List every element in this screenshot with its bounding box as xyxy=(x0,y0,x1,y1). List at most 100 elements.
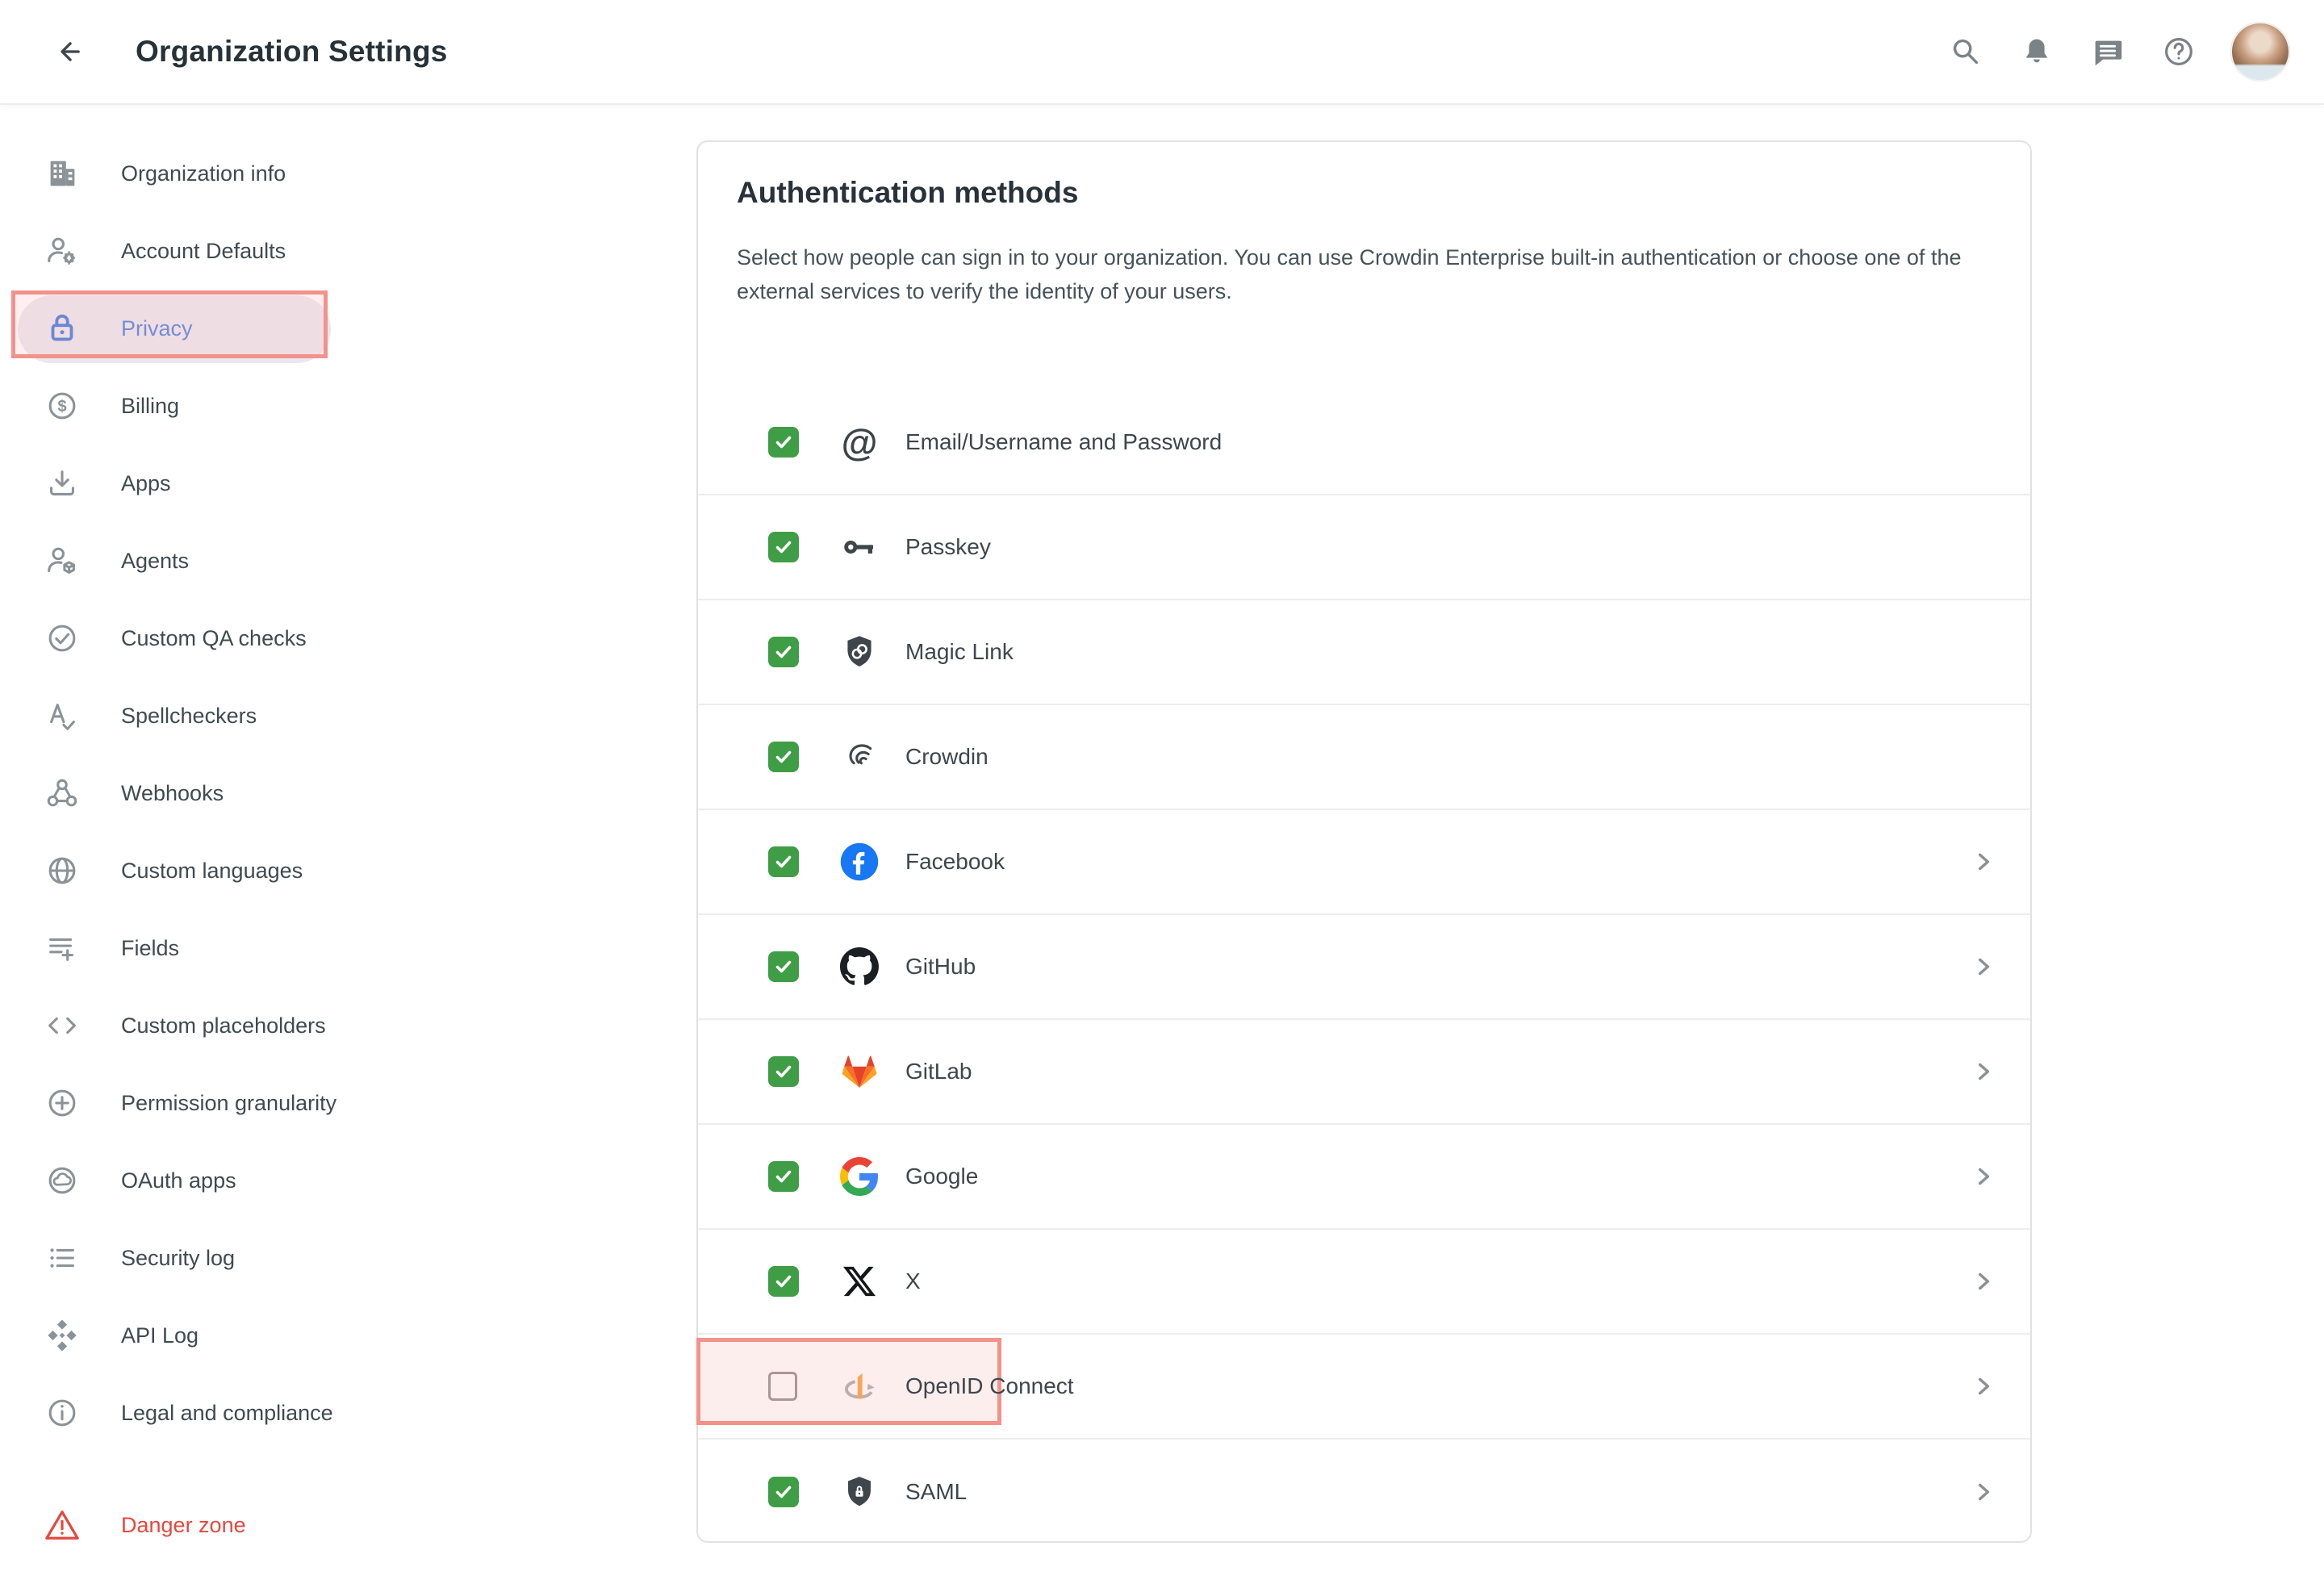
sidebar-item-label: API Log xyxy=(121,1323,199,1348)
sidebar-item-apps[interactable]: Apps xyxy=(0,445,412,522)
chevron-right-icon[interactable] xyxy=(1971,1373,1996,1399)
saml-icon xyxy=(837,1469,882,1515)
chevron-right-icon[interactable] xyxy=(1971,849,1996,875)
auth-methods-list: @ Email/Username and Password Passkey Magic… xyxy=(696,391,2030,1544)
shield-link-icon xyxy=(837,629,882,675)
sidebar-item-security-log[interactable]: Security log xyxy=(0,1219,412,1297)
auth-method-label: Passkey xyxy=(905,534,991,559)
sidebar-item-label: Legal and compliance xyxy=(121,1400,333,1425)
sidebar-item-label: Spellcheckers xyxy=(121,703,257,728)
checkbox-checked-4[interactable] xyxy=(768,846,799,877)
sidebar-item-label: Security log xyxy=(121,1245,236,1270)
auth-method-row-facebook[interactable]: Facebook xyxy=(698,810,2030,915)
user-cube-icon xyxy=(43,541,82,580)
auth-method-label: SAML xyxy=(905,1479,968,1504)
auth-method-row-magic-link[interactable]: Magic Link xyxy=(698,600,2030,705)
sidebar-item-custom-placeholders[interactable]: Custom placeholders xyxy=(0,987,412,1064)
help-icon[interactable] xyxy=(2159,32,2198,71)
sidebar-item-webhooks[interactable]: Webhooks xyxy=(0,754,412,832)
api-diamonds-icon xyxy=(43,1316,82,1355)
key-icon xyxy=(837,524,882,570)
check-circle-icon xyxy=(43,619,82,658)
auth-method-row-passkey[interactable]: Passkey xyxy=(698,495,2030,600)
download-icon xyxy=(43,464,82,503)
organization-settings-page: Organization Settings Organization info … xyxy=(0,0,2324,1588)
checkbox-checked-8[interactable] xyxy=(768,1266,799,1297)
sidebar-item-fields[interactable]: Fields xyxy=(0,909,412,987)
auth-method-row-gitlab[interactable]: GitLab xyxy=(698,1020,2030,1125)
sidebar-item-permission-granularity[interactable]: Permission granularity xyxy=(0,1064,412,1142)
checkbox-checked-0[interactable] xyxy=(768,427,799,458)
chevron-right-icon[interactable] xyxy=(1971,1479,1996,1505)
sidebar-item-label: Billing xyxy=(121,393,180,418)
checkbox-checked-5[interactable] xyxy=(768,951,799,982)
code-icon xyxy=(43,1006,82,1045)
checkbox-checked-7[interactable] xyxy=(768,1161,799,1192)
sidebar-item-custom-qa-checks[interactable]: Custom QA checks xyxy=(0,600,412,677)
checkbox-checked-2[interactable] xyxy=(768,637,799,667)
checkbox-checked-10[interactable] xyxy=(768,1477,799,1507)
cloud-circle-icon xyxy=(43,1161,82,1200)
globe-icon xyxy=(43,851,82,890)
chevron-right-icon[interactable] xyxy=(1971,1059,1996,1084)
at-icon: @ xyxy=(841,421,878,463)
spellcheck-icon xyxy=(43,696,82,735)
back-button[interactable] xyxy=(48,29,94,74)
crowdin-icon xyxy=(837,734,882,779)
notifications-icon[interactable] xyxy=(2017,32,2056,71)
auth-method-label: Email/Username and Password xyxy=(905,429,1223,454)
sidebar-item-legal-and-compliance[interactable]: Legal and compliance xyxy=(0,1374,412,1452)
info-circle-icon xyxy=(43,1394,82,1432)
auth-method-row-google[interactable]: Google xyxy=(698,1125,2030,1230)
messages-icon[interactable] xyxy=(2088,32,2127,71)
auth-method-label: X xyxy=(905,1268,921,1293)
sidebar-item-danger-zone[interactable]: Danger zone xyxy=(0,1486,412,1564)
arrow-left-icon xyxy=(61,42,80,61)
auth-method-row-crowdin[interactable]: Crowdin xyxy=(698,705,2030,810)
user-avatar[interactable] xyxy=(2230,22,2290,81)
authentication-methods-card: Authentication methods Select how people… xyxy=(696,140,2032,1543)
annotation-highlight-privacy xyxy=(11,290,328,358)
x-icon xyxy=(837,1259,882,1304)
sidebar-item-label: Custom QA checks xyxy=(121,625,307,650)
sidebar-item-spellcheckers[interactable]: Spellcheckers xyxy=(0,677,412,754)
top-app-bar: Organization Settings xyxy=(0,0,2324,105)
auth-method-label: GitHub xyxy=(905,954,976,979)
auth-method-row-x[interactable]: X xyxy=(698,1230,2030,1335)
auth-method-row-github[interactable]: GitHub xyxy=(698,915,2030,1020)
chevron-right-icon[interactable] xyxy=(1971,1164,1996,1189)
checkbox-checked-6[interactable] xyxy=(768,1056,799,1087)
auth-method-label: GitLab xyxy=(905,1059,972,1084)
sidebar-item-agents[interactable]: Agents xyxy=(0,522,412,600)
checkbox-checked-1[interactable] xyxy=(768,532,799,562)
plus-circle-icon xyxy=(43,1084,82,1122)
sidebar-item-organization-info[interactable]: Organization info xyxy=(0,135,412,212)
auth-method-row-openid-connect[interactable]: OpenID Connect xyxy=(696,1335,2030,1440)
search-icon[interactable] xyxy=(1946,32,1985,71)
sidebar-item-api-log[interactable]: API Log xyxy=(0,1297,412,1374)
sidebar-item-label: Custom languages xyxy=(121,858,303,883)
github-icon xyxy=(837,944,882,989)
card-title: Authentication methods xyxy=(737,176,1079,209)
auth-method-label: Magic Link xyxy=(905,639,1014,664)
dollar-icon: $ xyxy=(43,387,82,425)
sidebar-item-custom-languages[interactable]: Custom languages xyxy=(0,832,412,909)
sidebar-item-account-defaults[interactable]: Account Defaults xyxy=(0,212,412,290)
sidebar-item-billing[interactable]: $ Billing xyxy=(0,367,412,445)
user-gear-icon xyxy=(43,232,82,270)
gitlab-icon xyxy=(837,1049,882,1094)
sidebar-item-label: Webhooks xyxy=(121,780,224,805)
sidebar-item-privacy[interactable]: Privacy xyxy=(0,290,412,367)
chevron-right-icon[interactable] xyxy=(1971,954,1996,980)
checkbox-checked-3[interactable] xyxy=(768,742,799,772)
sidebar-item-label: Custom placeholders xyxy=(121,1013,326,1038)
sidebar-item-label: Agents xyxy=(121,548,190,573)
auth-method-row-email-username-and-password[interactable]: @ Email/Username and Password xyxy=(698,391,2030,495)
sidebar-item-oauth-apps[interactable]: OAuth apps xyxy=(0,1142,412,1219)
warning-triangle-icon xyxy=(43,1506,82,1544)
sidebar-item-label: Fields xyxy=(121,935,180,960)
chevron-right-icon[interactable] xyxy=(1971,1268,1996,1294)
sidebar-item-label: Danger zone xyxy=(121,1512,246,1537)
auth-method-row-saml[interactable]: SAML xyxy=(698,1440,2030,1544)
topbar-actions xyxy=(1946,22,2290,81)
